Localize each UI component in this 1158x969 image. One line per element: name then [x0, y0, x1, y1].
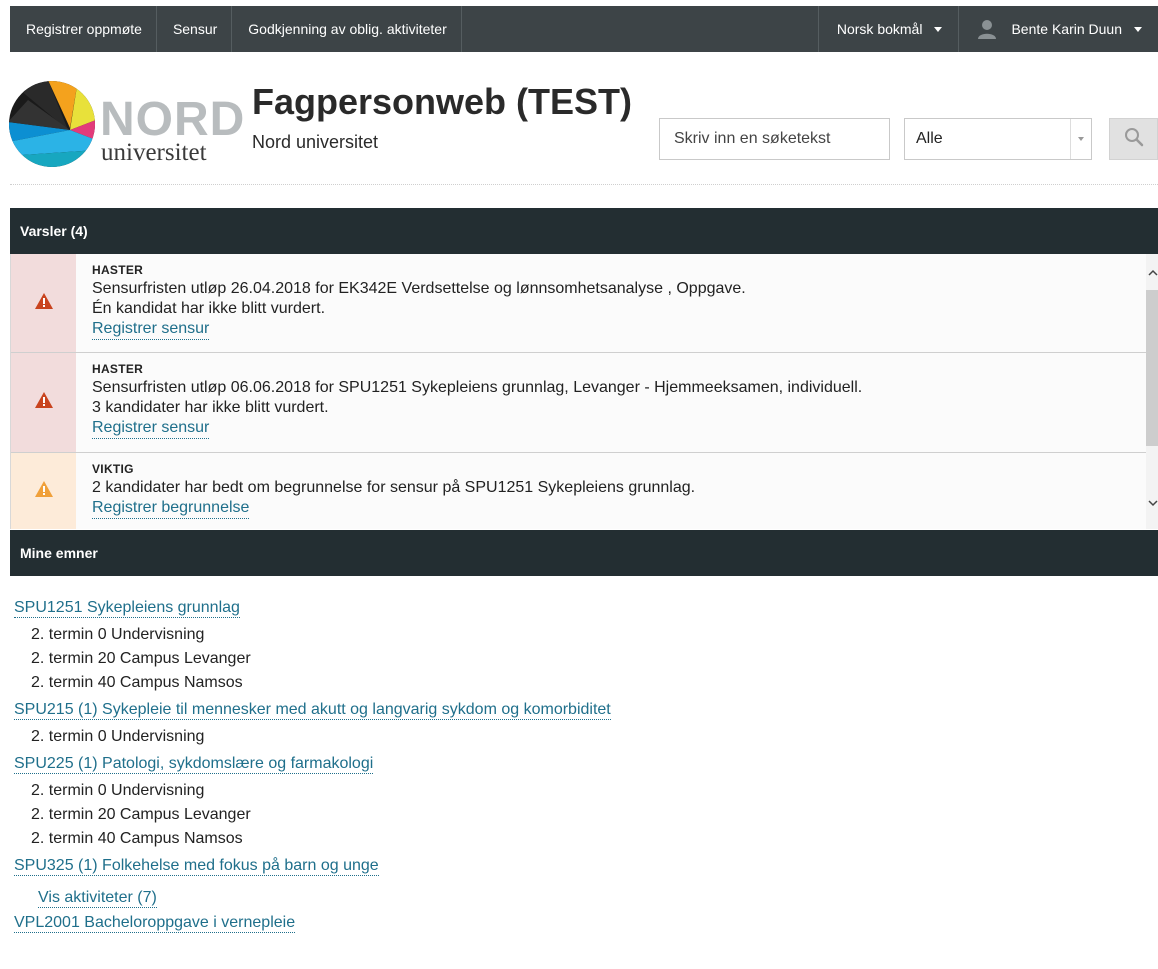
- term-item: 2. termin 40 Campus Namsos: [31, 674, 243, 691]
- user-name: Bente Karin Duun: [1011, 21, 1122, 37]
- show-activities-link[interactable]: Vis aktiviteter (7): [38, 888, 157, 908]
- logo-subtext: universitet: [101, 139, 207, 166]
- alert-text: Sensurfristen utløp 06.06.2018 for SPU12…: [92, 379, 863, 396]
- alert-text: 3 kandidater har ikke blitt vurdert.: [92, 399, 329, 416]
- term-item: 2. termin 0 Undervisning: [31, 782, 205, 799]
- alert-item: VIKTIG 2 kandidater har bedt om begrunne…: [11, 453, 1147, 529]
- nord-logo-icon: [8, 80, 96, 173]
- alert-body: HASTER Sensurfristen utløp 06.06.2018 fo…: [76, 353, 1147, 452]
- search-button[interactable]: [1109, 118, 1158, 160]
- course-item: VPL2001 Bacheloroppgave i vernepleie: [14, 913, 1144, 933]
- search-scope-value: Alle: [916, 130, 943, 147]
- user-menu[interactable]: Bente Karin Duun: [958, 6, 1158, 52]
- alerts-scroll-thumb[interactable]: [1146, 290, 1158, 446]
- term-item: 2. termin 0 Undervisning: [31, 728, 205, 745]
- course-link[interactable]: VPL2001 Bacheloroppgave i vernepleie: [14, 913, 296, 933]
- scroll-up-icon[interactable]: [1148, 268, 1158, 280]
- alert-text: Sensurfristen utløp 26.04.2018 for EK342…: [92, 280, 746, 297]
- term-list: 2. termin 0 Undervisning 2. termin 20 Ca…: [14, 623, 1144, 695]
- courses-heading: Mine emner: [10, 530, 1158, 576]
- alert-item: HASTER Sensurfristen utløp 06.06.2018 fo…: [11, 353, 1147, 453]
- alert-icon-cell: [11, 254, 76, 352]
- alert-level: HASTER: [92, 362, 144, 376]
- scroll-down-icon[interactable]: [1148, 498, 1158, 510]
- alerts-list: HASTER Sensurfristen utløp 26.04.2018 fo…: [10, 254, 1147, 529]
- user-icon: [977, 19, 997, 39]
- courses-list: SPU1251 Sykepleiens grunnlag 2. termin 0…: [14, 598, 1144, 938]
- alert-text: Én kandidat har ikke blitt vurdert.: [92, 300, 326, 317]
- page-subtitle: Nord universitet: [252, 132, 379, 152]
- chevron-down-icon: [1134, 26, 1142, 32]
- search-icon: [1124, 127, 1144, 152]
- register-sensur-link[interactable]: Registrer sensur: [92, 418, 210, 439]
- search-input[interactable]: [659, 118, 890, 160]
- nav-sensur[interactable]: Sensur: [157, 6, 233, 52]
- warning-icon: [34, 392, 53, 413]
- language-label: Norsk bokmål: [836, 21, 923, 37]
- term-list: 2. termin 0 Undervisning 2. termin 20 Ca…: [14, 779, 1144, 851]
- search-scope-select[interactable]: Alle: [904, 118, 1092, 160]
- alert-item: HASTER Sensurfristen utløp 26.04.2018 fo…: [11, 254, 1147, 353]
- term-list: 2. termin 0 Undervisning: [14, 725, 1144, 749]
- logo-wordmark: NORD: [100, 93, 246, 146]
- alert-level: HASTER: [92, 263, 144, 277]
- course-link[interactable]: SPU1251 Sykepleiens grunnlag: [14, 598, 240, 618]
- term-item: 2. termin 20 Campus Levanger: [31, 650, 251, 667]
- course-link[interactable]: SPU215 (1) Sykepleie til mennesker med a…: [14, 700, 611, 720]
- alert-icon-cell: [11, 353, 76, 452]
- alert-text: 2 kandidater har bedt om begrunnelse for…: [92, 479, 696, 496]
- chevron-down-icon: [1078, 137, 1084, 141]
- alert-body: VIKTIG 2 kandidater har bedt om begrunne…: [76, 453, 1147, 529]
- term-item: 2. termin 40 Campus Namsos: [31, 830, 243, 847]
- alert-icon-cell: [11, 453, 76, 529]
- register-begrunnelse-link[interactable]: Registrer begrunnelse: [92, 498, 250, 519]
- term-item: 2. termin 20 Campus Levanger: [31, 806, 251, 823]
- alert-body: HASTER Sensurfristen utløp 26.04.2018 fo…: [76, 254, 1147, 352]
- alert-level: VIKTIG: [92, 462, 134, 476]
- course-link[interactable]: SPU225 (1) Patologi, sykdomslære og farm…: [14, 754, 374, 774]
- course-item: SPU325 (1) Folkehelse med fokus på barn …: [14, 856, 1144, 908]
- course-item: SPU1251 Sykepleiens grunnlag 2. termin 0…: [14, 598, 1144, 695]
- header-divider: [10, 184, 1158, 185]
- top-navigation: Registrer oppmøte Sensur Godkjenning av …: [10, 6, 1158, 52]
- language-menu[interactable]: Norsk bokmål: [817, 6, 959, 52]
- page-title: Fagpersonweb (TEST): [252, 81, 633, 122]
- nav-godkjenning[interactable]: Godkjenning av oblig. aktiviteter: [232, 6, 462, 52]
- term-item: 2. termin 0 Undervisning: [31, 626, 205, 643]
- dropdown-toggle[interactable]: [1070, 119, 1091, 159]
- warning-icon: [34, 292, 53, 314]
- course-item: SPU225 (1) Patologi, sykdomslære og farm…: [14, 754, 1144, 851]
- chevron-down-icon: [934, 26, 943, 32]
- course-link[interactable]: SPU325 (1) Folkehelse med fokus på barn …: [14, 856, 379, 876]
- course-item: SPU215 (1) Sykepleie til mennesker med a…: [14, 700, 1144, 749]
- alerts-heading: Varsler (4): [10, 208, 1158, 254]
- activities-row: Vis aktiviteter (7): [14, 882, 1144, 908]
- nav-registrer-oppmote[interactable]: Registrer oppmøte: [10, 6, 157, 52]
- register-sensur-link[interactable]: Registrer sensur: [92, 319, 210, 340]
- warning-icon: [34, 480, 53, 502]
